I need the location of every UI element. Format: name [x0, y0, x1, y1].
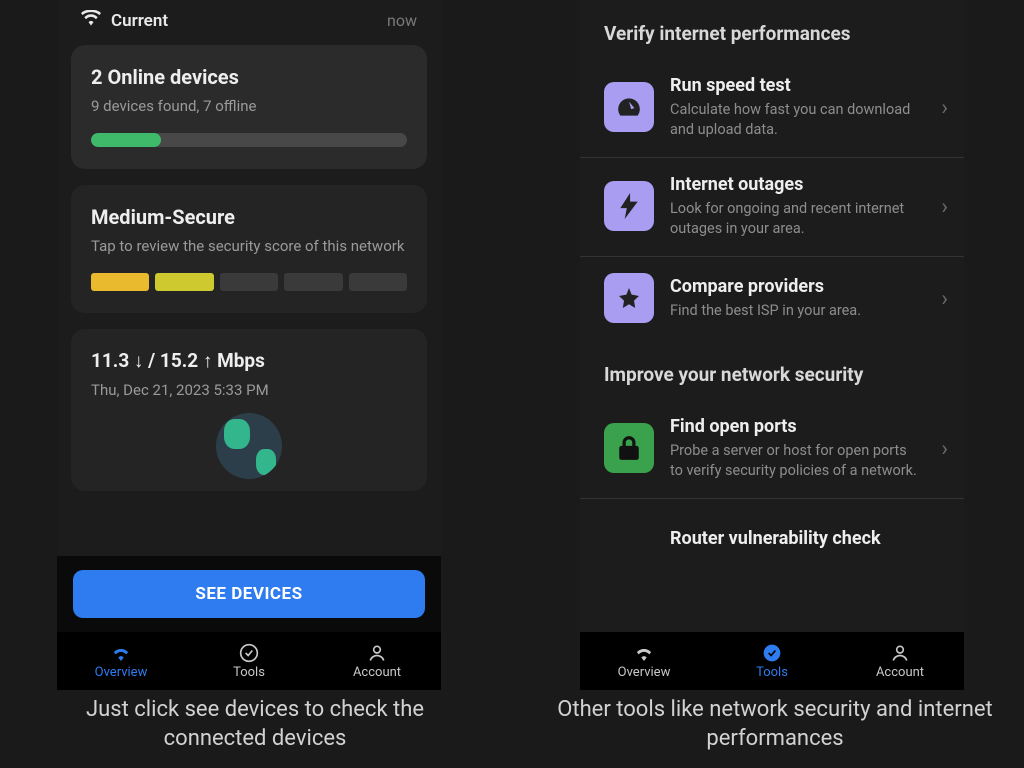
- section-verify-title: Verify internet performances: [580, 0, 964, 59]
- wifi-icon: [110, 643, 132, 663]
- tool-sub: Calculate how fast you can download and …: [670, 100, 922, 139]
- caption-left: Just click see devices to check the conn…: [35, 696, 475, 753]
- security-bar-1: [91, 273, 149, 291]
- person-icon: [889, 643, 911, 663]
- chevron-right-icon: ›: [941, 96, 948, 121]
- right-navbar: Overview Tools Account: [580, 632, 964, 690]
- tool-title: Internet outages: [670, 174, 922, 195]
- tool-sub: Look for ongoing and recent internet out…: [670, 199, 922, 238]
- star-icon: [604, 273, 654, 323]
- nav-account[interactable]: Account: [836, 632, 964, 690]
- caption-right: Other tools like network security and in…: [555, 696, 995, 753]
- nav-overview[interactable]: Overview: [580, 632, 708, 690]
- tool-outages[interactable]: Internet outages Look for ongoing and re…: [580, 157, 964, 256]
- tool-title: Find open ports: [670, 416, 922, 437]
- nav-account-label: Account: [353, 665, 401, 680]
- tool-sub: Find the best ISP in your area.: [670, 301, 922, 321]
- chevron-right-icon: ›: [941, 287, 948, 312]
- devices-card[interactable]: 2 Online devices 9 devices found, 7 offl…: [71, 45, 427, 169]
- security-card[interactable]: Medium-Secure Tap to review the security…: [71, 185, 427, 313]
- security-sub: Tap to review the security score of this…: [91, 237, 407, 255]
- devices-sub: 9 devices found, 7 offline: [91, 97, 407, 115]
- bolt-icon: [604, 181, 654, 231]
- security-bars: [91, 273, 407, 291]
- wifi-current-label: Current: [81, 10, 168, 31]
- nav-tools[interactable]: Tools: [708, 632, 836, 690]
- wifi-icon: [81, 10, 101, 31]
- nav-account[interactable]: Account: [313, 632, 441, 690]
- tool-text: Internet outages Look for ongoing and re…: [670, 174, 940, 238]
- nav-overview-label: Overview: [618, 665, 671, 680]
- see-devices-button[interactable]: SEE DEVICES: [73, 570, 425, 618]
- nav-account-label: Account: [876, 665, 924, 680]
- gauge-icon: [604, 82, 654, 132]
- devices-progress-track: [91, 133, 407, 147]
- nav-overview-label: Overview: [95, 665, 148, 680]
- security-title: Medium-Secure: [91, 205, 407, 229]
- person-icon: [366, 643, 388, 663]
- tool-text: Run speed test Calculate how fast you ca…: [670, 75, 940, 139]
- check-circle-icon: [238, 643, 260, 663]
- tool-text: Router vulnerability check: [670, 528, 940, 553]
- speed-date: Thu, Dec 21, 2023 5:33 PM: [91, 381, 407, 399]
- chevron-right-icon: ›: [941, 437, 948, 462]
- tool-sub: Probe a server or host for open ports to…: [670, 441, 922, 480]
- nav-tools-label: Tools: [233, 665, 265, 680]
- security-bar-2: [155, 273, 213, 291]
- security-bar-3: [220, 273, 278, 291]
- tool-open-ports[interactable]: Find open ports Probe a server or host f…: [580, 400, 964, 498]
- tool-text: Find open ports Probe a server or host f…: [670, 416, 940, 480]
- speed-line: 11.3 ↓ / 15.2 ↑ Mbps: [91, 349, 407, 373]
- nav-tools[interactable]: Tools: [185, 632, 313, 690]
- tool-title: Compare providers: [670, 276, 922, 297]
- tool-compare-providers[interactable]: Compare providers Find the best ISP in y…: [580, 256, 964, 341]
- right-phone-frame: Verify internet performances Run speed t…: [580, 0, 964, 690]
- wifi-name: Current: [111, 11, 168, 31]
- tool-speed-test[interactable]: Run speed test Calculate how fast you ca…: [580, 59, 964, 157]
- globe-icon: [216, 413, 282, 479]
- wifi-icon: [633, 643, 655, 663]
- tool-text: Compare providers Find the best ISP in y…: [670, 276, 940, 321]
- nav-tools-label: Tools: [756, 665, 788, 680]
- tool-router-vuln[interactable]: Router vulnerability check: [580, 498, 964, 569]
- status-time: now: [387, 11, 417, 30]
- left-phone-frame: Current now 2 Online devices 9 devices f…: [57, 0, 441, 690]
- devices-progress-fill: [91, 133, 161, 147]
- tool-title: Router vulnerability check: [670, 528, 922, 549]
- security-bar-5: [349, 273, 407, 291]
- security-bar-4: [284, 273, 342, 291]
- left-navbar: Overview Tools Account: [57, 632, 441, 690]
- lock-icon: [604, 423, 654, 473]
- devices-title: 2 Online devices: [91, 65, 407, 89]
- nav-overview[interactable]: Overview: [57, 632, 185, 690]
- chevron-right-icon: ›: [941, 195, 948, 220]
- globe-wrap: [91, 413, 407, 483]
- speed-card[interactable]: 11.3 ↓ / 15.2 ↑ Mbps Thu, Dec 21, 2023 5…: [71, 329, 427, 491]
- tool-title: Run speed test: [670, 75, 922, 96]
- section-security-title: Improve your network security: [580, 341, 964, 400]
- network-status-row: Current now: [57, 0, 441, 45]
- cta-bar: SEE DEVICES: [57, 556, 441, 632]
- check-circle-icon: [761, 643, 783, 663]
